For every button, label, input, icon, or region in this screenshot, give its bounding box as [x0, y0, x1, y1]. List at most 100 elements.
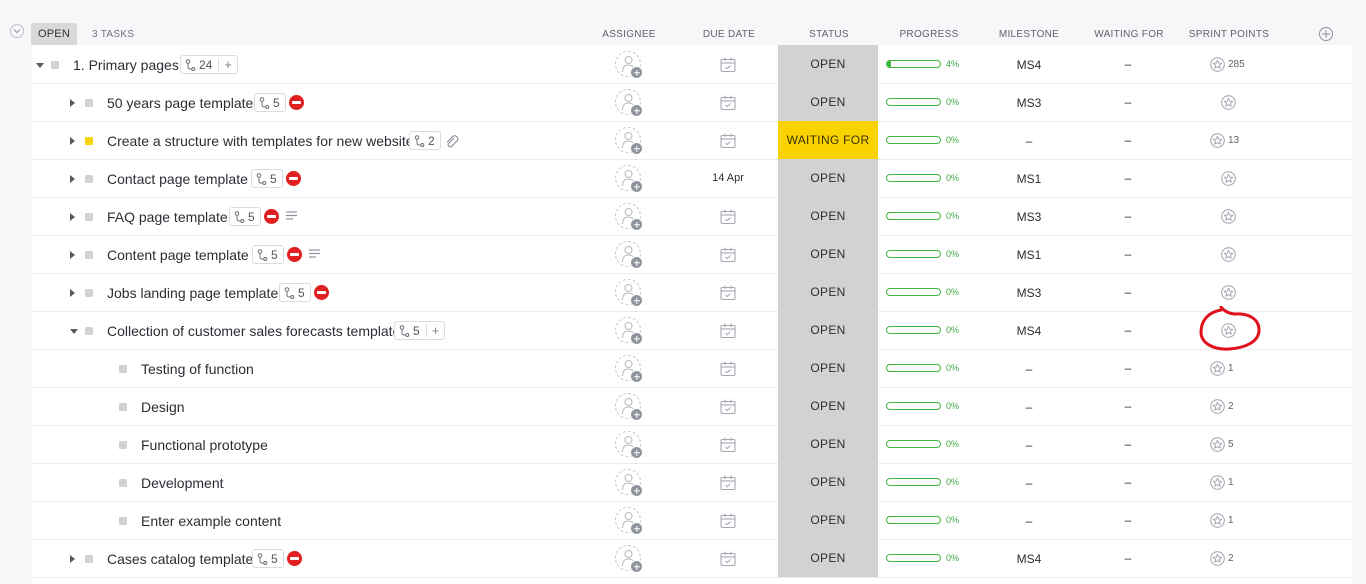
sprint-points-cell[interactable] — [1221, 285, 1236, 300]
task-row[interactable]: 1. Primary pages 24 + OPEN 4% MS4 – 285 — [32, 45, 1352, 84]
status-square-icon[interactable] — [119, 517, 127, 525]
status-cell[interactable]: WAITING FOR — [778, 121, 878, 159]
task-name[interactable]: Collection of customer sales forecasts t… — [107, 323, 400, 339]
calendar-icon[interactable] — [720, 399, 736, 414]
assignee-avatar[interactable] — [615, 241, 643, 269]
status-cell[interactable]: OPEN — [778, 197, 878, 235]
calendar-icon[interactable] — [720, 513, 736, 528]
waiting-for-cell[interactable]: – — [1125, 247, 1132, 261]
milestone-cell[interactable]: MS4 — [1017, 58, 1042, 72]
collapse-caret-icon[interactable] — [36, 63, 44, 68]
expand-caret-icon[interactable] — [70, 175, 75, 183]
add-assignee-icon[interactable] — [630, 332, 643, 345]
calendar-icon[interactable] — [720, 95, 736, 110]
status-square-icon[interactable] — [119, 441, 127, 449]
subtask-count-badge[interactable]: 5 — [252, 549, 284, 568]
task-name[interactable]: Contact page template — [107, 171, 248, 187]
column-header-status[interactable]: STATUS — [809, 29, 849, 40]
status-cell[interactable]: OPEN — [778, 159, 878, 197]
status-square-icon[interactable] — [85, 251, 93, 259]
task-row[interactable]: FAQ page template 5 OPEN 0% MS3 – — [32, 197, 1352, 236]
collapse-group-button[interactable] — [10, 24, 24, 38]
add-assignee-icon[interactable] — [630, 180, 643, 193]
sprint-points-cell[interactable] — [1221, 171, 1236, 186]
sprint-points-cell[interactable]: 1 — [1210, 475, 1234, 490]
add-assignee-icon[interactable] — [630, 256, 643, 269]
subtask-count-badge[interactable]: 24 + — [180, 55, 238, 74]
add-assignee-icon[interactable] — [630, 370, 643, 383]
status-cell[interactable]: OPEN — [778, 45, 878, 83]
add-subtask-icon[interactable]: + — [218, 58, 232, 71]
subtask-count-badge[interactable]: 5 — [251, 169, 283, 188]
sprint-points-cell[interactable]: 1 — [1210, 361, 1234, 376]
status-square-icon[interactable] — [85, 289, 93, 297]
task-row[interactable]: 50 years page template 5 OPEN 0% MS3 – — [32, 83, 1352, 122]
expand-caret-icon[interactable] — [70, 99, 75, 107]
add-assignee-icon[interactable] — [630, 484, 643, 497]
assignee-avatar[interactable] — [615, 51, 643, 79]
status-square-icon[interactable] — [85, 99, 93, 107]
milestone-cell[interactable]: – — [1026, 438, 1033, 452]
assignee-avatar[interactable] — [615, 203, 643, 231]
status-square-icon[interactable] — [119, 403, 127, 411]
column-header-waiting-for[interactable]: WAITING FOR — [1094, 29, 1164, 40]
calendar-icon[interactable] — [720, 133, 736, 148]
task-name[interactable]: Content page template — [107, 247, 249, 263]
milestone-cell[interactable]: MS1 — [1017, 172, 1042, 186]
assignee-avatar[interactable] — [615, 393, 643, 421]
waiting-for-cell[interactable]: – — [1125, 361, 1132, 375]
calendar-icon[interactable] — [720, 247, 736, 262]
task-row[interactable]: Cases catalog template 5 OPEN 0% MS4 – 2 — [32, 539, 1352, 578]
waiting-for-cell[interactable]: – — [1125, 133, 1132, 147]
calendar-icon[interactable] — [720, 209, 736, 224]
assignee-avatar[interactable] — [615, 317, 643, 345]
assignee-avatar[interactable] — [615, 355, 643, 383]
task-name[interactable]: 50 years page template — [107, 95, 253, 111]
task-row[interactable]: Development OPEN 0% – – 1 — [32, 463, 1352, 502]
subtask-count-badge[interactable]: 2 — [409, 131, 441, 150]
milestone-cell[interactable]: MS4 — [1017, 324, 1042, 338]
status-square-icon[interactable] — [85, 137, 93, 145]
status-square-icon[interactable] — [85, 555, 93, 563]
waiting-for-cell[interactable]: – — [1125, 171, 1132, 185]
status-square-icon[interactable] — [51, 61, 59, 69]
status-square-icon[interactable] — [85, 213, 93, 221]
subtask-count-badge[interactable]: 5 — [252, 245, 284, 264]
waiting-for-cell[interactable]: – — [1125, 475, 1132, 489]
expand-caret-icon[interactable] — [70, 251, 75, 259]
waiting-for-cell[interactable]: – — [1125, 551, 1132, 565]
subtask-count-badge[interactable]: 5 + — [394, 321, 446, 340]
waiting-for-cell[interactable]: – — [1125, 209, 1132, 223]
task-name[interactable]: FAQ page template — [107, 209, 228, 225]
calendar-icon[interactable] — [720, 437, 736, 452]
calendar-icon[interactable] — [720, 57, 736, 72]
collapse-caret-icon[interactable] — [70, 329, 78, 334]
task-name[interactable]: Design — [141, 399, 185, 415]
assignee-avatar[interactable] — [615, 469, 643, 497]
sprint-points-cell[interactable] — [1221, 247, 1236, 262]
expand-caret-icon[interactable] — [70, 137, 75, 145]
sprint-points-cell[interactable]: 2 — [1210, 399, 1234, 414]
milestone-cell[interactable]: MS3 — [1017, 210, 1042, 224]
task-row[interactable]: Create a structure with templates for ne… — [32, 121, 1352, 160]
column-header-due-date[interactable]: DUE DATE — [703, 29, 755, 40]
task-row[interactable]: Enter example content OPEN 0% – – 1 — [32, 501, 1352, 540]
waiting-for-cell[interactable]: – — [1125, 95, 1132, 109]
task-name[interactable]: Testing of function — [141, 361, 254, 377]
subtask-count-badge[interactable]: 5 — [229, 207, 261, 226]
add-assignee-icon[interactable] — [630, 218, 643, 231]
add-assignee-icon[interactable] — [630, 294, 643, 307]
waiting-for-cell[interactable]: – — [1125, 323, 1132, 337]
task-name[interactable]: Cases catalog template — [107, 551, 253, 567]
calendar-icon[interactable] — [720, 285, 736, 300]
due-date-text[interactable]: 14 Apr — [712, 172, 744, 184]
calendar-icon[interactable] — [720, 361, 736, 376]
status-cell[interactable]: OPEN — [778, 463, 878, 501]
waiting-for-cell[interactable]: – — [1125, 57, 1132, 71]
waiting-for-cell[interactable]: – — [1125, 437, 1132, 451]
add-assignee-icon[interactable] — [630, 104, 643, 117]
column-header-milestone[interactable]: MILESTONE — [999, 29, 1059, 40]
status-cell[interactable]: OPEN — [778, 501, 878, 539]
task-name[interactable]: Enter example content — [141, 513, 281, 529]
add-assignee-icon[interactable] — [630, 66, 643, 79]
